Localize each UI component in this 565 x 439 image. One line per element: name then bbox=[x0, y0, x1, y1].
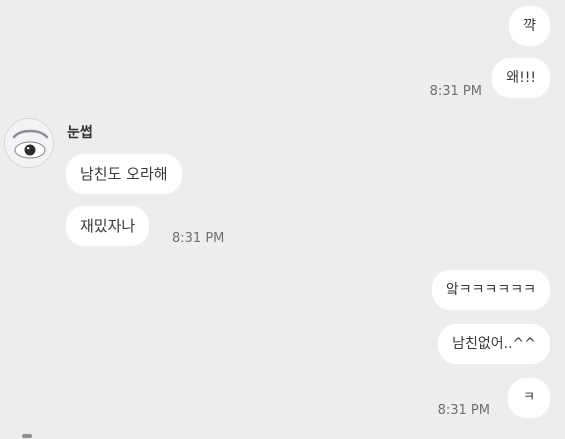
sender-avatar[interactable] bbox=[4, 118, 54, 168]
message-text: 앜ㅋㅋㅋㅋㅋㅋ bbox=[445, 282, 536, 298]
message-text: 재밌자나 bbox=[80, 217, 136, 235]
outgoing-message-bubble[interactable]: 왜!!! bbox=[492, 58, 550, 98]
message-text: 왜!!! bbox=[506, 70, 536, 86]
outgoing-message-bubble[interactable]: 앜ㅋㅋㅋㅋㅋㅋ bbox=[431, 270, 550, 310]
message-timestamp: 8:31 PM bbox=[429, 84, 482, 99]
chat-thread: 꺅 왜!!! 8:31 PM 눈썹 남친도 오라해 재밌자나 8:31 PM 앜… bbox=[0, 0, 565, 439]
sender-name: 눈썹 bbox=[67, 125, 93, 141]
bottom-indicator bbox=[22, 434, 32, 438]
incoming-message-bubble[interactable]: 남친도 오라해 bbox=[66, 154, 182, 194]
message-timestamp: 8:31 PM bbox=[437, 403, 490, 418]
eye-avatar-icon bbox=[5, 119, 53, 167]
outgoing-message-bubble[interactable]: ㅋ bbox=[508, 378, 550, 418]
outgoing-message-bubble[interactable]: 남친없어..^^ bbox=[438, 324, 550, 364]
incoming-message-bubble[interactable]: 재밌자나 bbox=[66, 206, 150, 246]
outgoing-message-bubble[interactable]: 꺅 bbox=[509, 6, 550, 46]
message-text: 꺅 bbox=[523, 18, 536, 34]
message-text: 남친없어..^^ bbox=[452, 336, 536, 352]
message-timestamp: 8:31 PM bbox=[172, 231, 225, 246]
message-text: ㅋ bbox=[523, 390, 535, 405]
message-text: 남친도 오라해 bbox=[80, 165, 168, 183]
